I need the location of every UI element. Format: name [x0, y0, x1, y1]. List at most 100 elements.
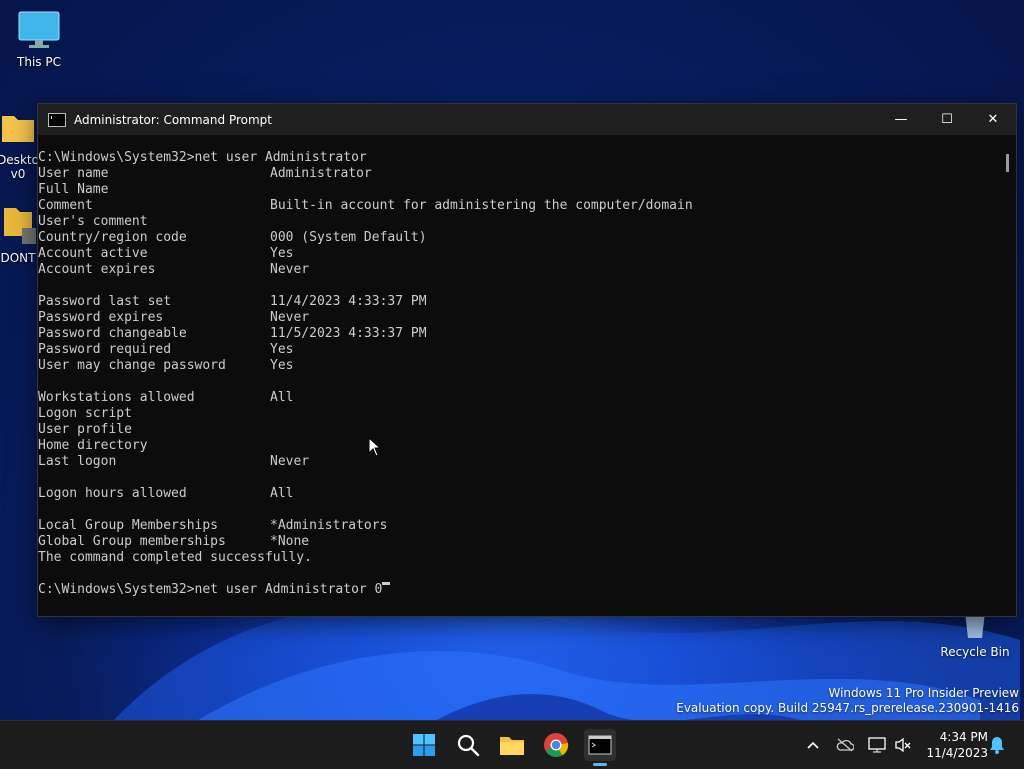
console-row-key [38, 374, 270, 390]
desktop-icon-recycle-bin[interactable]: Recycle Bin [938, 612, 1012, 659]
file-explorer-button[interactable] [496, 729, 528, 761]
console-command-line: C:\Windows\System32>net user Administrat… [38, 150, 367, 165]
console-row-key: Password changeable [38, 326, 187, 341]
desktop-icon-this-pc[interactable]: This PC [2, 10, 76, 69]
console-row-value: *Administrators [270, 518, 388, 533]
desktop-icon-label: Recycle Bin [940, 645, 1010, 659]
volume-tray[interactable] [892, 721, 914, 769]
volume-muted-icon [895, 737, 911, 753]
notifications-button[interactable] [986, 721, 1008, 769]
notification-bell-icon [990, 737, 1004, 754]
console-row: Full Name [38, 182, 1000, 198]
console-row-value: Never [270, 310, 310, 325]
console-row-key: User name [38, 166, 109, 181]
mouse-pointer-icon [368, 437, 382, 457]
recycle-bin-icon [965, 612, 985, 638]
scrollbar-thumb[interactable] [1006, 154, 1009, 172]
text-cursor [382, 582, 391, 585]
console-row-value: Yes [270, 342, 294, 357]
active-indicator [593, 763, 607, 766]
console-row: Logon hours allowed All [38, 486, 1000, 502]
console-row-key: Password required [38, 342, 172, 357]
console-row-value: All [270, 486, 294, 501]
console-row-key: Local Group Memberships [38, 518, 219, 533]
evaluation-watermark: Windows 11 Pro Insider Preview Evaluatio… [676, 686, 1019, 716]
desktop-icon-label: DONT [0, 251, 36, 265]
console-row: Account active Yes [38, 246, 1000, 262]
console-row-value: Yes [270, 246, 294, 261]
console-row-value: Yes [270, 358, 294, 373]
monitor-icon [18, 11, 60, 48]
console-row-value: Never [270, 454, 310, 469]
desktop-icon-label: This PC [17, 55, 61, 69]
desktop-icon-label: Deskto v0 [0, 153, 39, 181]
console-rows: User name Administrator Full Name Comment Bu… [38, 166, 1000, 550]
console-output[interactable]: C:\Windows\System32>net user Administrat… [38, 150, 1000, 614]
search-button[interactable] [452, 729, 484, 761]
console-row [38, 374, 1000, 390]
console-row-value: 11/5/2023 4:33:37 PM [270, 326, 427, 341]
taskbar-clock[interactable]: 4:34 PM 11/4/2023 [926, 729, 988, 761]
minimize-button[interactable]: — [878, 104, 924, 135]
console-row: User name Administrator [38, 166, 1000, 182]
start-button[interactable] [408, 729, 440, 761]
console-row: Password expires Never [38, 310, 1000, 326]
onedrive-tray[interactable] [834, 721, 856, 769]
vertical-scrollbar[interactable] [1000, 135, 1016, 616]
console-row-key: Logon hours allowed [38, 486, 187, 501]
console-row: User's comment [38, 214, 1000, 230]
watermark-line1: Windows 11 Pro Insider Preview [828, 686, 1019, 700]
file-explorer-icon [500, 737, 524, 755]
console-row [38, 470, 1000, 486]
command-prompt-window[interactable]: Administrator: Command Prompt — ☐ ✕ C:\W… [38, 104, 1016, 616]
terminal-button[interactable] [584, 729, 616, 766]
desktop-icon-folder[interactable]: Deskto v0 [0, 108, 40, 181]
console-row-key: Password expires [38, 310, 164, 325]
folder-icon [4, 208, 36, 244]
console-row-key: Last logon [38, 454, 117, 469]
console-row [38, 502, 1000, 518]
console-row-key: Password last set [38, 294, 172, 309]
console-row: Password last set 11/4/2023 4:33:37 PM [38, 294, 1000, 310]
network-tray[interactable] [866, 721, 888, 769]
console-row-value: Administrator [270, 166, 372, 181]
console-row-key: Home directory [38, 438, 148, 453]
console-row: Last logon Never [38, 454, 1000, 470]
watermark-line2: Evaluation copy. Build 25947.rs_prerelea… [676, 701, 1019, 715]
console-row-key: Full Name [38, 182, 109, 197]
console-row-key: Account expires [38, 262, 156, 277]
console-row: User may change password Yes [38, 358, 1000, 374]
console-row-key [38, 278, 270, 294]
console-row-key: User's comment [38, 214, 148, 229]
console-row-key: Comment [38, 198, 93, 213]
chrome-icon [544, 733, 569, 757]
console-row-key: Country/region code [38, 230, 187, 245]
console-completed-line: The command completed successfully. [38, 550, 312, 565]
console-row [38, 278, 1000, 294]
clock-date: 11/4/2023 [926, 746, 988, 760]
chrome-button[interactable] [540, 729, 572, 761]
close-button[interactable]: ✕ [970, 104, 1016, 135]
console-row: Password changeable 11/5/2023 4:33:37 PM [38, 326, 1000, 342]
folder-icon [2, 116, 34, 142]
console-row: Country/region code 000 (System Default) [38, 230, 1000, 246]
console-row: Account expires Never [38, 262, 1000, 278]
console-prompt-line[interactable]: C:\Windows\System32>net user Administrat… [38, 582, 1000, 598]
console-row: Comment Built-in account for administerin… [38, 198, 1000, 214]
console-row-key [38, 470, 270, 486]
search-icon [457, 734, 480, 757]
console-row: Password required Yes [38, 342, 1000, 358]
console-row: Global Group memberships *None [38, 534, 1000, 550]
console-row-key: Logon script [38, 406, 132, 421]
maximize-button[interactable]: ☐ [924, 104, 970, 135]
network-icon [868, 737, 886, 753]
window-title: Administrator: Command Prompt [74, 112, 272, 127]
desktop-icon-folder-dont[interactable]: DONT [0, 202, 40, 265]
window-titlebar[interactable]: Administrator: Command Prompt — ☐ ✕ [38, 104, 1016, 135]
show-hidden-icons-button[interactable] [802, 721, 824, 769]
console-row-key [38, 502, 270, 518]
console-row: Workstations allowed All [38, 390, 1000, 406]
console-row-key: Global Group memberships [38, 534, 226, 549]
console-row-value: All [270, 390, 294, 405]
